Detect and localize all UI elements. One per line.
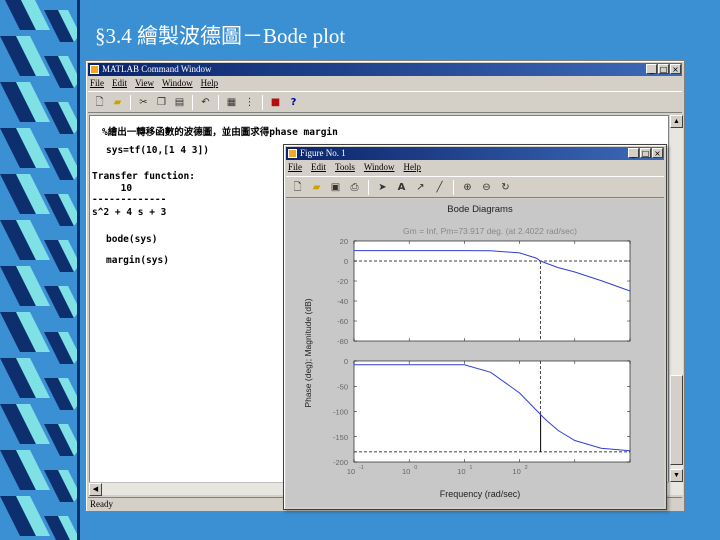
figure-window[interactable]: Figure No. 1 _ □ × File Edit Tools Windo…	[283, 144, 667, 510]
command-window-menubar: File Edit View Window Help	[88, 76, 682, 90]
matlab-logo-icon	[288, 149, 297, 158]
copy-icon[interactable]: ❐	[154, 95, 169, 110]
phase-ytick-label: -150	[333, 433, 348, 442]
menu-edit[interactable]: Edit	[311, 160, 326, 174]
scroll-up-arrow[interactable]: ▲	[670, 115, 683, 128]
select-arrow-icon[interactable]: ➤	[375, 180, 390, 195]
phase-axes	[353, 360, 631, 463]
line-icon[interactable]: ╱	[432, 180, 447, 195]
figure-window-titlebar[interactable]: Figure No. 1 _ □ ×	[286, 147, 664, 160]
scroll-down-arrow[interactable]: ▼	[670, 469, 683, 482]
menu-window[interactable]: Window	[162, 76, 193, 90]
x-tick-exponent: 2	[525, 465, 528, 471]
help-icon[interactable]: ?	[286, 95, 301, 110]
save-icon[interactable]: ▣	[328, 180, 343, 195]
figure-window-toolbar: 🗋 ▰ ▣ ⎙ ➤ A ↗ ╱ ⊕ ⊖ ↻	[286, 176, 664, 198]
path-icon[interactable]: ⋮	[242, 95, 257, 110]
menu-window[interactable]: Window	[364, 160, 395, 174]
undo-icon[interactable]: ↶	[198, 95, 213, 110]
magnitude-ytick-label: -40	[337, 297, 348, 306]
console-output-line: Transfer function:	[92, 171, 195, 182]
new-figure-icon[interactable]: 🗋	[290, 180, 305, 195]
menu-file[interactable]: File	[90, 76, 104, 90]
console-output-line: -------------	[92, 194, 167, 205]
vertical-scrollbar[interactable]: ▲ ▼	[670, 115, 683, 495]
console-command-line: bode(sys)	[106, 234, 158, 245]
figure-window-title: Figure No. 1	[300, 148, 346, 158]
scroll-left-arrow[interactable]: ◀	[89, 483, 102, 496]
console-command-line: sys=tf(10,[1 4 3])	[106, 145, 209, 156]
open-folder-icon[interactable]: ▰	[110, 95, 125, 110]
minimize-button[interactable]: _	[628, 148, 639, 158]
command-window-toolbar: 🗋 ▰ ✂ ❐ ▤ ↶ ▦ ⋮ ■ ?	[88, 91, 682, 113]
console-command-line: margin(sys)	[106, 255, 169, 266]
cut-icon[interactable]: ✂	[136, 95, 151, 110]
x-axis-label: Frequency (rad/sec)	[440, 489, 521, 499]
x-tick-exponent: 1	[469, 465, 472, 471]
y-axis-label: Phase (deg); Magnitude (dB)	[303, 298, 313, 407]
paste-icon[interactable]: ▤	[172, 95, 187, 110]
magnitude-axes	[353, 240, 631, 342]
workspace-icon[interactable]: ▦	[224, 95, 239, 110]
arrow-icon[interactable]: ↗	[413, 180, 428, 195]
maximize-button[interactable]: □	[658, 64, 669, 74]
x-tick-label: 10	[457, 467, 465, 476]
chart-title: Bode Diagrams	[447, 204, 513, 215]
phase-ytick-label: -100	[333, 408, 348, 417]
simulink-icon[interactable]: ■	[268, 95, 283, 110]
menu-edit[interactable]: Edit	[112, 76, 127, 90]
text-icon[interactable]: A	[394, 180, 409, 195]
menu-tools[interactable]: Tools	[335, 160, 355, 174]
print-icon[interactable]: ⎙	[347, 180, 362, 195]
magnitude-ytick-label: -60	[337, 317, 348, 326]
magnitude-ytick-label: -20	[337, 277, 348, 286]
menu-file[interactable]: File	[288, 160, 302, 174]
console-output-line: s^2 + 4 s + 3	[92, 207, 167, 218]
phase-ytick-label: -50	[337, 382, 348, 391]
new-file-icon[interactable]: 🗋	[92, 95, 107, 110]
magnitude-ytick-label: -80	[337, 337, 348, 346]
command-window-titlebar[interactable]: MATLAB Command Window _ □ ×	[88, 63, 682, 76]
console-comment-line: %繪出一轉移函數的波德圖，並由圖求得phase margin	[102, 127, 338, 138]
x-tick-exponent: 0	[414, 465, 417, 471]
menu-help[interactable]: Help	[404, 160, 422, 174]
command-window-title: MATLAB Command Window	[102, 64, 212, 74]
x-tick-exponent: -1	[359, 465, 364, 471]
x-tick-label: 10	[347, 467, 355, 476]
x-tick-label: 10	[512, 467, 520, 476]
phase-ytick-label: -200	[333, 458, 348, 467]
rotate-icon[interactable]: ↻	[498, 180, 513, 195]
maximize-button[interactable]: □	[640, 148, 651, 158]
bode-chart: Bode Diagrams Gm = Inf, Pm=73.917 deg. (…	[303, 204, 631, 499]
figure-window-menubar: File Edit Tools Window Help	[286, 160, 664, 174]
plot-area: Bode Diagrams Gm = Inf, Pm=73.917 deg. (…	[286, 199, 664, 507]
slide-decoration	[0, 0, 80, 540]
open-icon[interactable]: ▰	[309, 180, 324, 195]
close-button[interactable]: ×	[670, 64, 681, 74]
console-output-line: 10	[92, 183, 133, 194]
x-tick-label: 10	[402, 467, 410, 476]
menu-help[interactable]: Help	[201, 76, 219, 90]
magnitude-ytick-label: 20	[340, 237, 348, 246]
zoom-in-icon[interactable]: ⊕	[460, 180, 475, 195]
menu-view[interactable]: View	[135, 76, 154, 90]
magnitude-ytick-label: 0	[344, 257, 348, 266]
zoom-out-icon[interactable]: ⊖	[479, 180, 494, 195]
matlab-logo-icon	[90, 65, 99, 74]
close-button[interactable]: ×	[652, 148, 663, 158]
deco-edge	[77, 0, 80, 540]
chart-subtitle: Gm = Inf, Pm=73.917 deg. (at 2.4022 rad/…	[403, 226, 577, 236]
slide-title: §3.4 繪製波德圖－Bode plot	[95, 24, 346, 48]
scroll-thumb[interactable]	[670, 375, 683, 465]
minimize-button[interactable]: _	[646, 64, 657, 74]
phase-ytick-label: 0	[344, 357, 348, 366]
